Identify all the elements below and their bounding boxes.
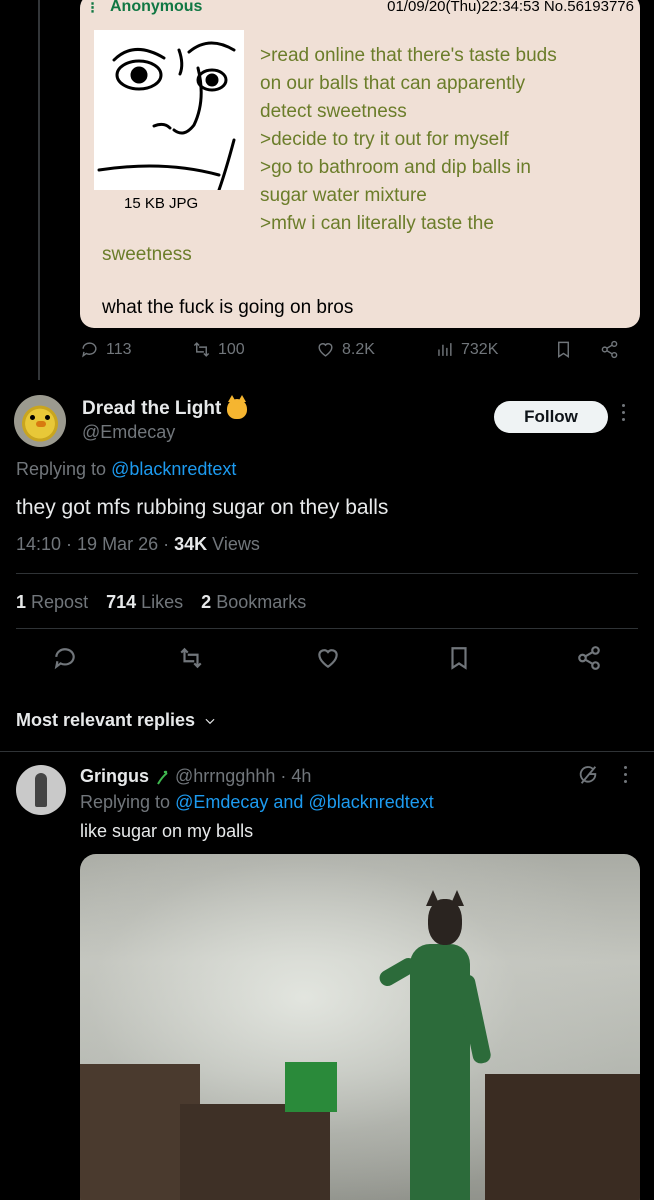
greentext-line: sugar water mixture: [260, 185, 427, 206]
reply-count: 113: [106, 340, 132, 358]
reply-button[interactable]: [52, 645, 78, 671]
more-icon: [624, 766, 627, 783]
analytics-icon: [438, 343, 452, 356]
tweet-stats: 1 Repost 714 Likes 2 Bookmarks: [16, 592, 306, 613]
media-box: [285, 1062, 337, 1112]
media-person-head: [428, 899, 462, 945]
views-count: 732K: [461, 340, 499, 358]
display-name[interactable]: Gringus: [80, 766, 149, 787]
cat-emoji-icon: [227, 395, 248, 419]
views-label: Views: [212, 534, 260, 554]
reply-button[interactable]: 113: [80, 340, 132, 359]
greentext-body: >read online that there's taste buds on …: [260, 42, 630, 238]
greentext-line: >read online that there's taste buds: [260, 45, 557, 66]
file-size-label: 15 KB JPG: [124, 195, 199, 212]
replying-to: Replying to @blacknredtext: [16, 459, 236, 480]
greentext-line: on our balls that can apparently: [260, 73, 526, 94]
bookmark-button[interactable]: [554, 340, 573, 359]
repost-icon: [193, 342, 210, 357]
avatar-figure: [35, 773, 47, 807]
post-normal-text: what the fuck is going on bros: [102, 297, 354, 318]
tweet-meta: 14:10 · 19 Mar 26 · 34K Views: [16, 534, 260, 555]
user-handle[interactable]: @hrrngghhh · 4h: [175, 766, 311, 787]
checkbox-icon: ⁝: [90, 0, 96, 17]
divider: [0, 751, 654, 752]
reply-icon: [82, 342, 97, 358]
divider: [16, 573, 638, 574]
mention-link[interactable]: @Emdecay: [175, 792, 268, 812]
share-button[interactable]: [576, 645, 602, 671]
more-options-button[interactable]: [622, 404, 634, 428]
poster-name: Anonymous: [110, 0, 203, 15]
greentext-line: detect sweetness: [260, 101, 407, 122]
grok-button[interactable]: [577, 764, 599, 786]
repost-button[interactable]: 100: [192, 340, 245, 359]
share-button[interactable]: [600, 340, 619, 359]
greentext-header: ⁝ Anonymous 01/09/20(Thu)22:34:53 No.561…: [80, 0, 640, 17]
timestamp[interactable]: 14:10 · 19 Mar 26 ·: [16, 534, 174, 554]
reply-media-image[interactable]: [80, 854, 640, 1200]
repost-button[interactable]: [178, 645, 204, 671]
greentext-line: sweetness: [102, 244, 192, 265]
mention-link[interactable]: @blacknredtext: [111, 459, 236, 479]
likes-stat[interactable]: 714 Likes: [106, 592, 183, 613]
reply-text: like sugar on my balls: [80, 821, 254, 841]
heart-icon: [318, 343, 333, 357]
replying-prefix: Replying to: [16, 459, 107, 479]
bookmark-icon: [558, 341, 569, 358]
tweet-text: they got mfs rubbing sugar on they balls: [16, 496, 389, 519]
bookmark-button[interactable]: [446, 645, 472, 671]
mention-and: and: [273, 792, 304, 812]
display-name-text: Dread the Light: [82, 398, 222, 419]
divider: [16, 628, 638, 629]
views-button[interactable]: 732K: [435, 340, 498, 359]
mention-link[interactable]: @blacknredtext: [308, 792, 433, 812]
more-icon: [622, 404, 625, 421]
thread-line: [38, 0, 40, 380]
sort-label-text: Most relevant replies: [16, 710, 196, 730]
like-count: 8.2K: [342, 340, 375, 358]
avatar-eye: [45, 415, 50, 420]
sprout-icon: [157, 770, 168, 784]
reply-icon: [54, 648, 75, 670]
repost-count: 100: [218, 340, 245, 358]
chevron-down-icon: [205, 718, 215, 724]
share-icon: [601, 340, 618, 359]
like-button[interactable]: [315, 645, 341, 671]
wojak-face-image: [94, 30, 244, 192]
reposts-stat[interactable]: 1 Repost: [16, 592, 88, 613]
repost-icon: [180, 647, 202, 669]
quoted-post-actions: 113 100 8.2K 732K: [80, 340, 640, 370]
grok-icon: [579, 766, 597, 784]
like-button[interactable]: 8.2K: [316, 340, 375, 359]
greentext-line: >go to bathroom and dip balls in: [260, 157, 531, 178]
greentext-image[interactable]: ⁝ Anonymous 01/09/20(Thu)22:34:53 No.561…: [80, 0, 640, 328]
replies-sort-dropdown[interactable]: Most relevant replies: [16, 710, 217, 731]
user-handle[interactable]: @Emdecay: [82, 422, 175, 443]
views-count: 34K: [174, 534, 208, 554]
bookmark-icon: [451, 647, 467, 670]
post-datetime: 01/09/20(Thu)22:34:53 No.56193776: [387, 0, 634, 15]
media-desk: [485, 1074, 640, 1200]
replying-to: Replying to @Emdecay and @blacknredtext: [80, 792, 434, 813]
avatar[interactable]: [16, 765, 66, 815]
avatar[interactable]: [14, 395, 66, 447]
display-name[interactable]: Dread the Light: [82, 395, 248, 420]
follow-button[interactable]: Follow: [494, 401, 608, 433]
avatar-eye: [30, 415, 35, 420]
replying-prefix: Replying to: [80, 792, 171, 812]
tweet-action-bar: [0, 645, 654, 675]
share-icon: [578, 646, 600, 670]
heart-icon: [318, 649, 338, 668]
greentext-line: >decide to try it out for myself: [260, 129, 509, 150]
avatar-beak: [36, 421, 46, 427]
reply-header: Gringus @hrrngghhh · 4h: [80, 766, 311, 787]
media-desk: [180, 1104, 330, 1200]
bookmarks-stat[interactable]: 2 Bookmarks: [201, 592, 306, 613]
greentext-line: >mfw i can literally taste the: [260, 213, 494, 234]
